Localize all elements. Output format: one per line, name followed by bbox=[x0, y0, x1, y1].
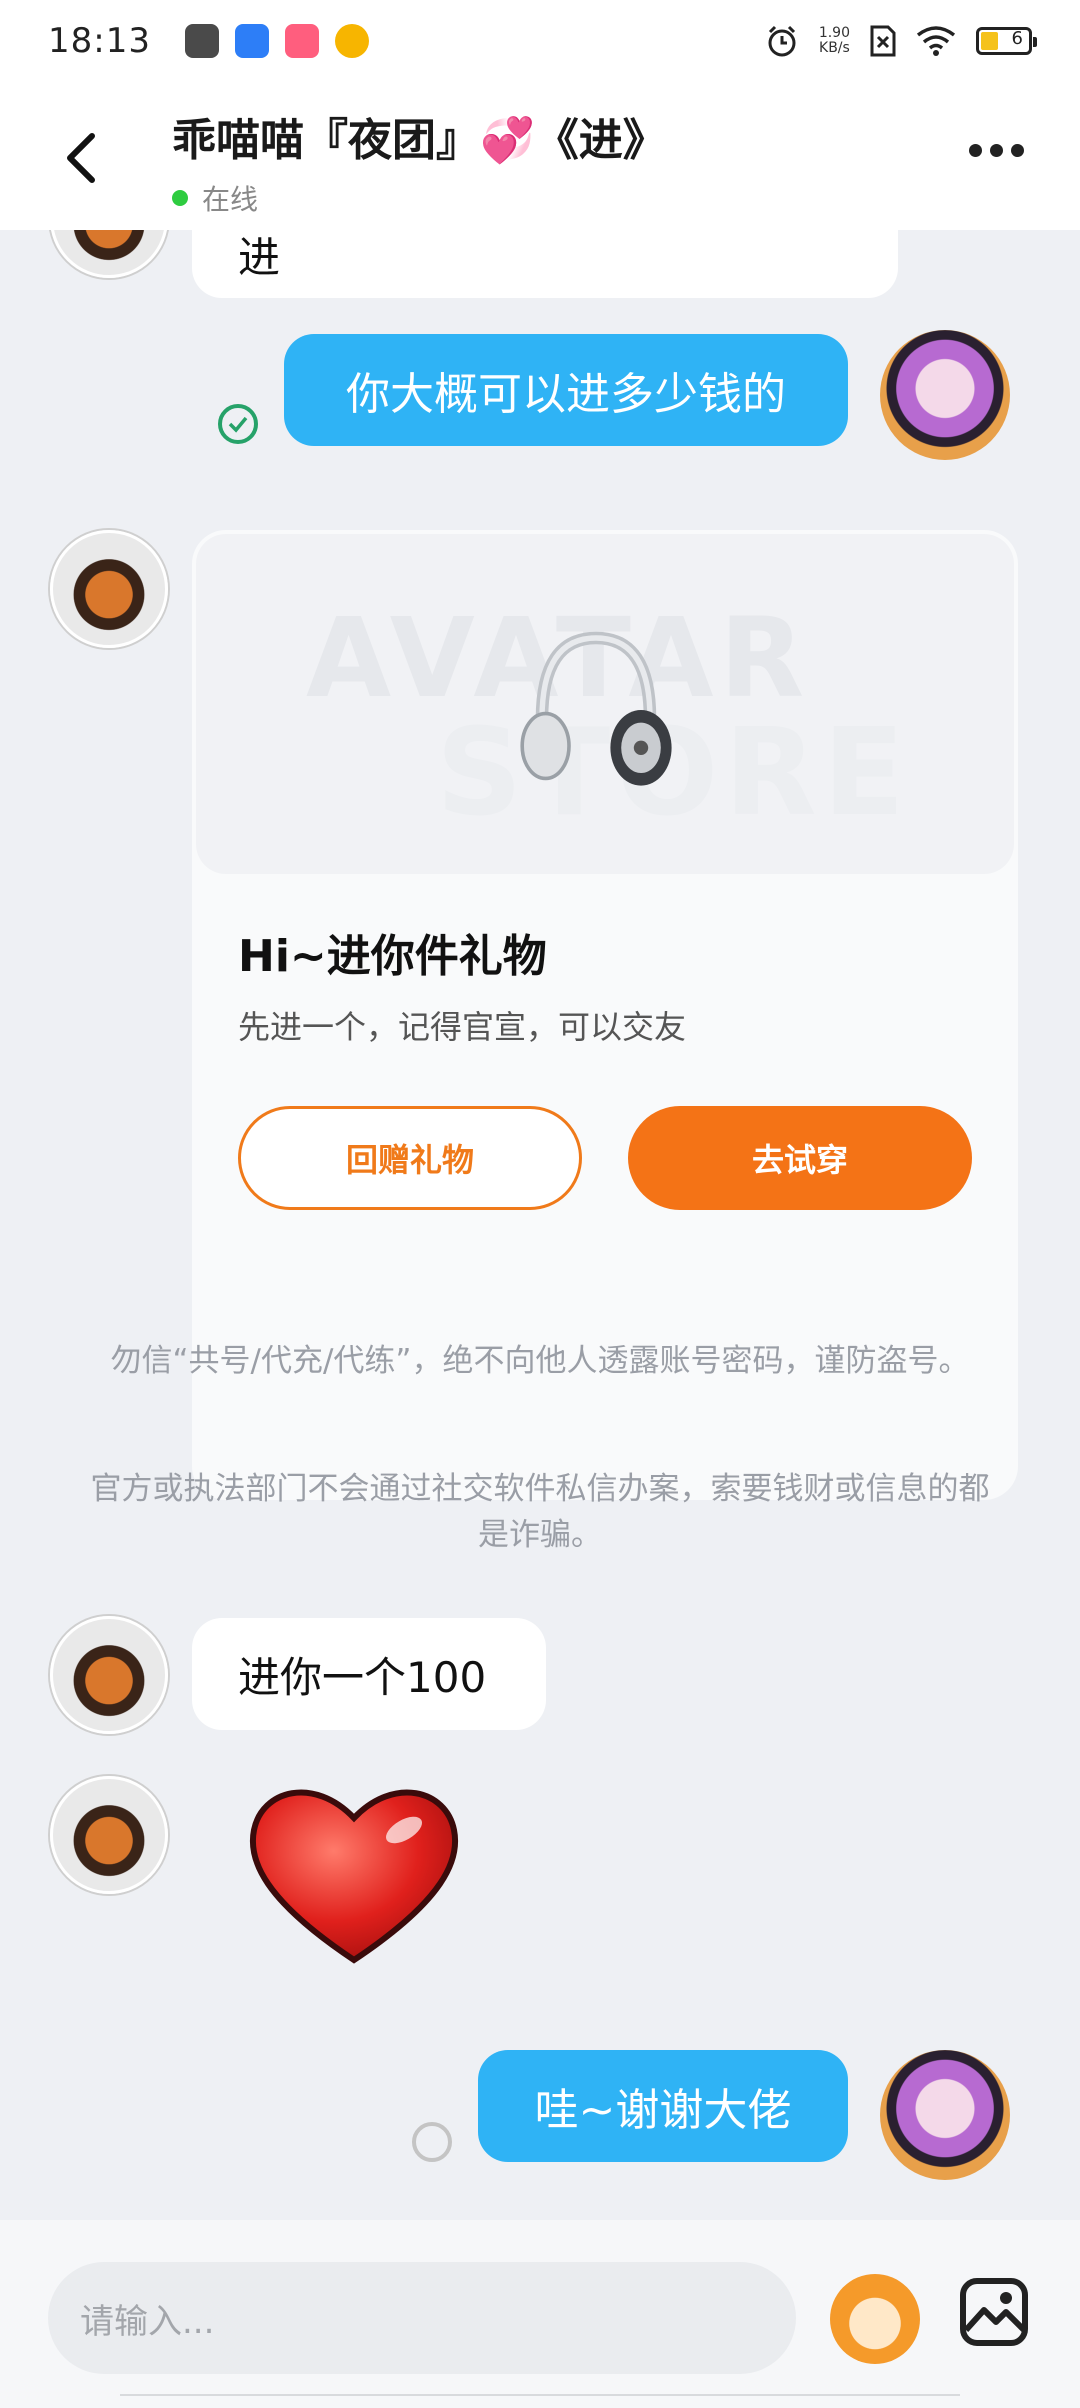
my-avatar[interactable] bbox=[880, 330, 1010, 460]
more-dot-icon bbox=[969, 144, 982, 157]
pending-status-icon bbox=[412, 2122, 452, 2162]
status-time: 18:13 bbox=[48, 21, 151, 61]
status-bar: 18:13 1.90 KB/s 6 bbox=[0, 0, 1080, 82]
chat-header: 乖喵喵『夜团』💞《进》 在线 bbox=[0, 82, 1080, 230]
network-speed: 1.90 KB/s bbox=[819, 26, 850, 56]
alarm-icon bbox=[768, 25, 796, 57]
image-picker-button[interactable] bbox=[958, 2276, 1030, 2348]
message-input-placeholder: 请输入... bbox=[80, 2301, 215, 2342]
contact-avatar[interactable] bbox=[50, 1616, 168, 1734]
message-bubble-outgoing[interactable]: 你大概可以进多少钱的 bbox=[284, 334, 848, 446]
heart-sticker[interactable] bbox=[244, 1770, 464, 1970]
try-on-button[interactable]: 去试穿 bbox=[628, 1106, 972, 1210]
app-notification-icon bbox=[334, 24, 369, 58]
more-dot-icon bbox=[990, 144, 1003, 157]
headphones-icon bbox=[520, 631, 672, 786]
message-bubble-incoming[interactable]: 进你一个100 bbox=[192, 1618, 546, 1730]
app-notification-icon bbox=[184, 24, 219, 58]
safety-notice: 官方或执法部门不会通过社交软件私信办案，索要钱财或信息的都是诈骗。 bbox=[90, 1471, 990, 1553]
chat-title-block[interactable]: 乖喵喵『夜团』💞《进》 在线 bbox=[172, 104, 667, 218]
online-dot-icon bbox=[172, 190, 188, 206]
net-speed-value: 1.90 bbox=[818, 25, 850, 41]
return-gift-button[interactable]: 回赠礼物 bbox=[238, 1106, 582, 1210]
wifi-icon bbox=[916, 26, 956, 56]
more-options-button[interactable] bbox=[969, 144, 1024, 157]
more-dot-icon bbox=[1011, 144, 1024, 157]
contact-avatar[interactable] bbox=[50, 230, 168, 278]
input-bar: 请输入... bbox=[0, 2220, 1080, 2408]
no-sim-icon bbox=[870, 25, 896, 57]
battery-level: 6 bbox=[1011, 28, 1023, 49]
message-text: 你大概可以进多少钱的 bbox=[346, 369, 786, 420]
chat-title: 乖喵喵『夜团』💞《进》 bbox=[172, 115, 667, 166]
gift-title: Hi~进你件礼物 bbox=[238, 931, 547, 982]
message-text: 哇~谢谢大佬 bbox=[534, 2085, 792, 2136]
read-check-icon bbox=[218, 404, 258, 444]
gift-description: 先进一个，记得官宣，可以交友 bbox=[238, 1008, 687, 1046]
message-list[interactable]: 进 你大概可以进多少钱的 AVATAR STORE Hi~进你件礼物 先进一个，… bbox=[0, 230, 1080, 2220]
my-avatar[interactable] bbox=[880, 2050, 1010, 2180]
chat-screen: 18:13 1.90 KB/s 6 乖喵喵『夜团』💞《进》 在线 进 你大概可以… bbox=[0, 0, 1080, 2408]
safety-notice: 勿信“共号/代充/代练”，绝不向他人透露账号密码，谨防盗号。 bbox=[110, 1343, 970, 1379]
home-indicator bbox=[120, 2394, 960, 2400]
app-notification-icon bbox=[234, 24, 269, 58]
online-status: 在线 bbox=[172, 178, 667, 218]
message-bubble-outgoing[interactable]: 哇~谢谢大佬 bbox=[478, 2050, 848, 2162]
contact-avatar[interactable] bbox=[50, 530, 168, 648]
contact-avatar[interactable] bbox=[50, 1776, 168, 1894]
app-notification-icon bbox=[284, 24, 319, 58]
message-bubble-incoming[interactable]: 进 bbox=[192, 230, 898, 298]
message-text: 进 bbox=[238, 232, 281, 282]
net-speed-unit: KB/s bbox=[819, 40, 850, 56]
back-button[interactable] bbox=[54, 128, 114, 188]
message-input[interactable]: 请输入... bbox=[48, 2262, 796, 2374]
gift-image: AVATAR STORE bbox=[196, 534, 1014, 874]
battery-icon: 6 bbox=[976, 27, 1037, 55]
sticker-button[interactable] bbox=[830, 2274, 920, 2364]
message-text: 进你一个100 bbox=[238, 1652, 487, 1702]
online-status-text: 在线 bbox=[202, 183, 259, 216]
